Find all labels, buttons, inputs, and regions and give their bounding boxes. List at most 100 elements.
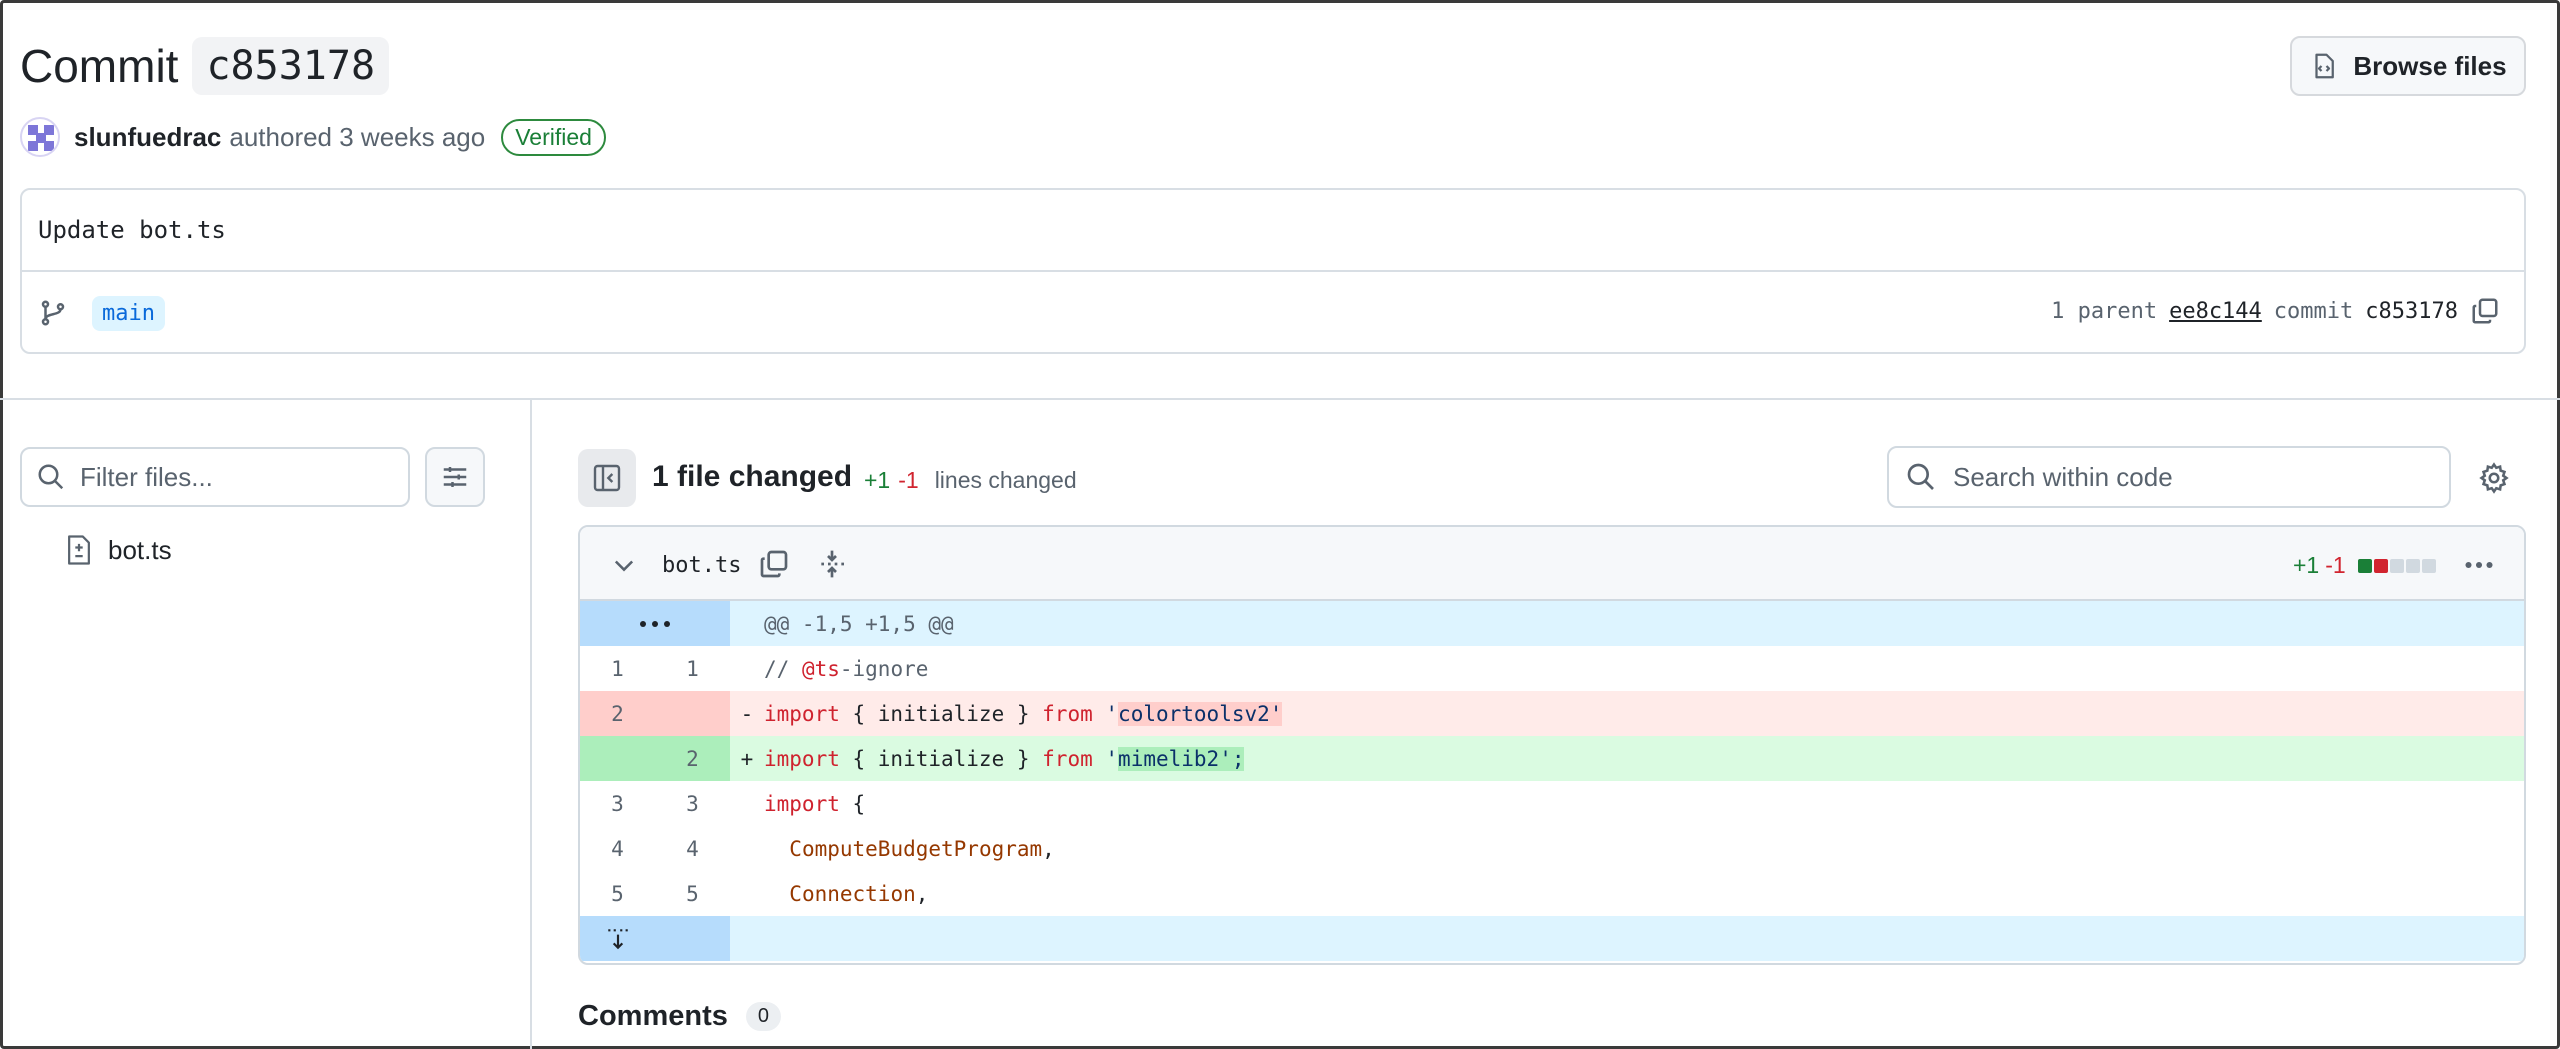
code-text: { (839, 791, 866, 816)
new-line-number[interactable] (655, 691, 730, 736)
code-string-removed: colortoolsv2' (1118, 701, 1283, 726)
expand-down-button[interactable] (580, 916, 655, 961)
diff-file-card: bot.ts +1 -1 @@ -1,5 +1,5 @@ 1 1 // @ts … (578, 525, 2526, 965)
file-additions: +1 (2293, 552, 2320, 578)
file-code-icon (2315, 53, 2335, 79)
diff-sign: + (740, 746, 754, 771)
code-line: // @ts -ignore (764, 646, 928, 691)
diffstat-block (2389, 558, 2404, 573)
sliders-icon (443, 467, 467, 487)
old-line-number[interactable]: 3 (580, 781, 655, 826)
additions-count: +1 (864, 467, 891, 493)
new-line-number[interactable]: 3 (655, 781, 730, 826)
diff-line: 5 5 Connection, (580, 871, 2524, 916)
diff-line: 4 4 ComputeBudgetProgram, (580, 826, 2524, 871)
section-divider (0, 398, 2560, 400)
new-line-number[interactable]: 5 (655, 871, 730, 916)
code-line: ComputeBudgetProgram, (764, 826, 1055, 871)
old-line-number[interactable]: 1 (580, 646, 655, 691)
commit-meta: 1 parent ee8c144 commit c853178 (2051, 296, 2500, 326)
gear-icon[interactable] (2477, 461, 2511, 495)
code-identifier: Connection (789, 881, 916, 906)
sidebar-collapse-icon (593, 464, 621, 492)
author-link[interactable]: slunfuedrac (74, 122, 221, 153)
code-identifier: ComputeBudgetProgram (789, 836, 1043, 861)
comments-heading: Comments (578, 1000, 728, 1032)
code-keyword: import (764, 746, 840, 771)
verified-badge[interactable]: Verified (501, 118, 606, 156)
code-text: { initialize } (839, 746, 1043, 771)
browse-files-button[interactable]: Browse files (2290, 36, 2526, 96)
code-keyword: import (764, 791, 840, 816)
diffstat-block (2405, 558, 2420, 573)
toggle-file-tree-button[interactable] (578, 449, 636, 507)
code-comment: // (764, 656, 802, 681)
copy-icon[interactable] (2470, 296, 2500, 326)
code-line: Connection, (764, 871, 928, 916)
diffstat-block (2357, 558, 2372, 573)
file-tree-item[interactable]: bot.ts (64, 534, 172, 566)
hunk-header-text: @@ -1,5 +1,5 @@ (764, 611, 954, 636)
diff-sign: - (740, 701, 754, 726)
diff-sign (730, 826, 764, 871)
code-text: , (1042, 836, 1055, 861)
diffstat-block (2421, 558, 2436, 573)
code-keyword: from (1042, 701, 1093, 726)
diff-line-added: 2 + import { initialize } from ' mimelib2… (580, 736, 2524, 781)
commit-sha: c853178 (2365, 298, 2458, 324)
hunk-header-row: @@ -1,5 +1,5 @@ (580, 601, 2524, 646)
branch-link[interactable]: main (92, 296, 165, 331)
search-icon (38, 464, 64, 490)
search-icon (1907, 463, 1934, 490)
page-title: Commit c853178 (20, 30, 390, 102)
code-comment-rest: -ignore (839, 656, 929, 681)
old-line-number[interactable]: 5 (580, 871, 655, 916)
diffstat-block (2373, 558, 2388, 573)
diffstat-summary: +1 -1 lines changed (864, 467, 1077, 494)
code-keyword: from (1042, 746, 1093, 771)
old-line-number[interactable]: 2 (580, 691, 655, 736)
copy-icon[interactable] (758, 548, 790, 580)
commit-title-label: Commit (20, 40, 179, 92)
authored-time: authored 3 weeks ago (229, 121, 486, 152)
diffstat-blocks (2357, 558, 2436, 573)
diff-line-deleted: 2 - import { initialize } from ' colortoo… (580, 691, 2524, 736)
search-within-code-input[interactable]: Search within code (1887, 446, 2451, 508)
avatar[interactable] (20, 117, 60, 157)
old-line-number[interactable] (580, 736, 655, 781)
expand-up-button[interactable] (580, 601, 730, 646)
diff-filename[interactable]: bot.ts (662, 553, 741, 578)
code-line: import { initialize } from ' mimelib2'; (764, 736, 1245, 781)
code-quote: ' (1105, 746, 1119, 771)
code-line: import { initialize } from ' colortoolsv2… (764, 691, 1283, 736)
file-deletions: -1 (2325, 552, 2346, 578)
parent-count: 1 parent (2051, 298, 2158, 324)
new-line-number[interactable]: 2 (655, 736, 730, 781)
search-within-code-placeholder: Search within code (1953, 461, 2173, 492)
parent-sha-link[interactable]: ee8c144 (2169, 299, 2262, 324)
diff-file-header: bot.ts +1 -1 (580, 527, 2524, 601)
code-keyword: import (764, 701, 840, 726)
new-line-number[interactable]: 4 (655, 826, 730, 871)
expand-all-icon[interactable] (816, 548, 848, 580)
filter-options-button[interactable] (425, 447, 485, 507)
commit-sha-title: c853178 (192, 37, 390, 95)
divider (22, 270, 2524, 272)
more-options-icon[interactable] (2462, 551, 2496, 579)
code-text: { initialize } (839, 701, 1043, 726)
chevron-down-icon[interactable] (610, 551, 638, 579)
diff-sign (730, 646, 764, 691)
file-diff-icon (68, 535, 90, 565)
files-changed-count: 1 file changed (652, 460, 853, 493)
browse-files-label: Browse files (2353, 50, 2507, 81)
commit-message-box: Update bot.ts main 1 parent ee8c144 comm… (20, 188, 2526, 354)
old-line-number[interactable]: 4 (580, 826, 655, 871)
new-line-number[interactable]: 1 (655, 646, 730, 691)
sidebar-divider (530, 400, 532, 1049)
unfold-down-icon (607, 928, 628, 949)
code-quote: ' (1105, 701, 1119, 726)
expand-down-row (580, 916, 2524, 961)
filter-files-input[interactable]: Filter files... (20, 447, 410, 507)
code-annotation: @ts (801, 656, 840, 681)
code-line: import { (764, 781, 865, 826)
